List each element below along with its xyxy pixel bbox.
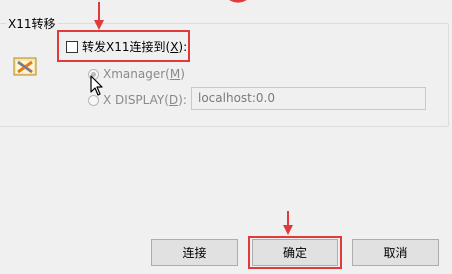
forward-x11-label: 转发X11连接到(X): bbox=[82, 40, 188, 54]
cancel-button[interactable]: 取消 bbox=[352, 239, 439, 266]
forward-x11-checkbox-row[interactable]: 转发X11连接到(X): bbox=[66, 38, 187, 55]
x-display-input[interactable]: localhost:0.0 bbox=[191, 87, 426, 110]
ok-button[interactable]: 确定 bbox=[252, 239, 338, 266]
annotation-arrow-down-icon bbox=[94, 2, 104, 30]
connect-button[interactable]: 连接 bbox=[151, 239, 238, 266]
group-title: X11转移 bbox=[6, 15, 58, 32]
top-annotation-arc bbox=[229, 0, 247, 3]
xmanager-app-icon bbox=[13, 57, 37, 76]
forward-x11-checkbox[interactable] bbox=[66, 40, 78, 53]
xmanager-radio-label: Xmanager(M) bbox=[103, 67, 185, 81]
mouse-pointer-icon bbox=[90, 75, 103, 96]
annotation-arrow-down-icon-2 bbox=[283, 211, 293, 235]
x-display-radio-label: X DISPLAY(D): bbox=[103, 93, 187, 107]
